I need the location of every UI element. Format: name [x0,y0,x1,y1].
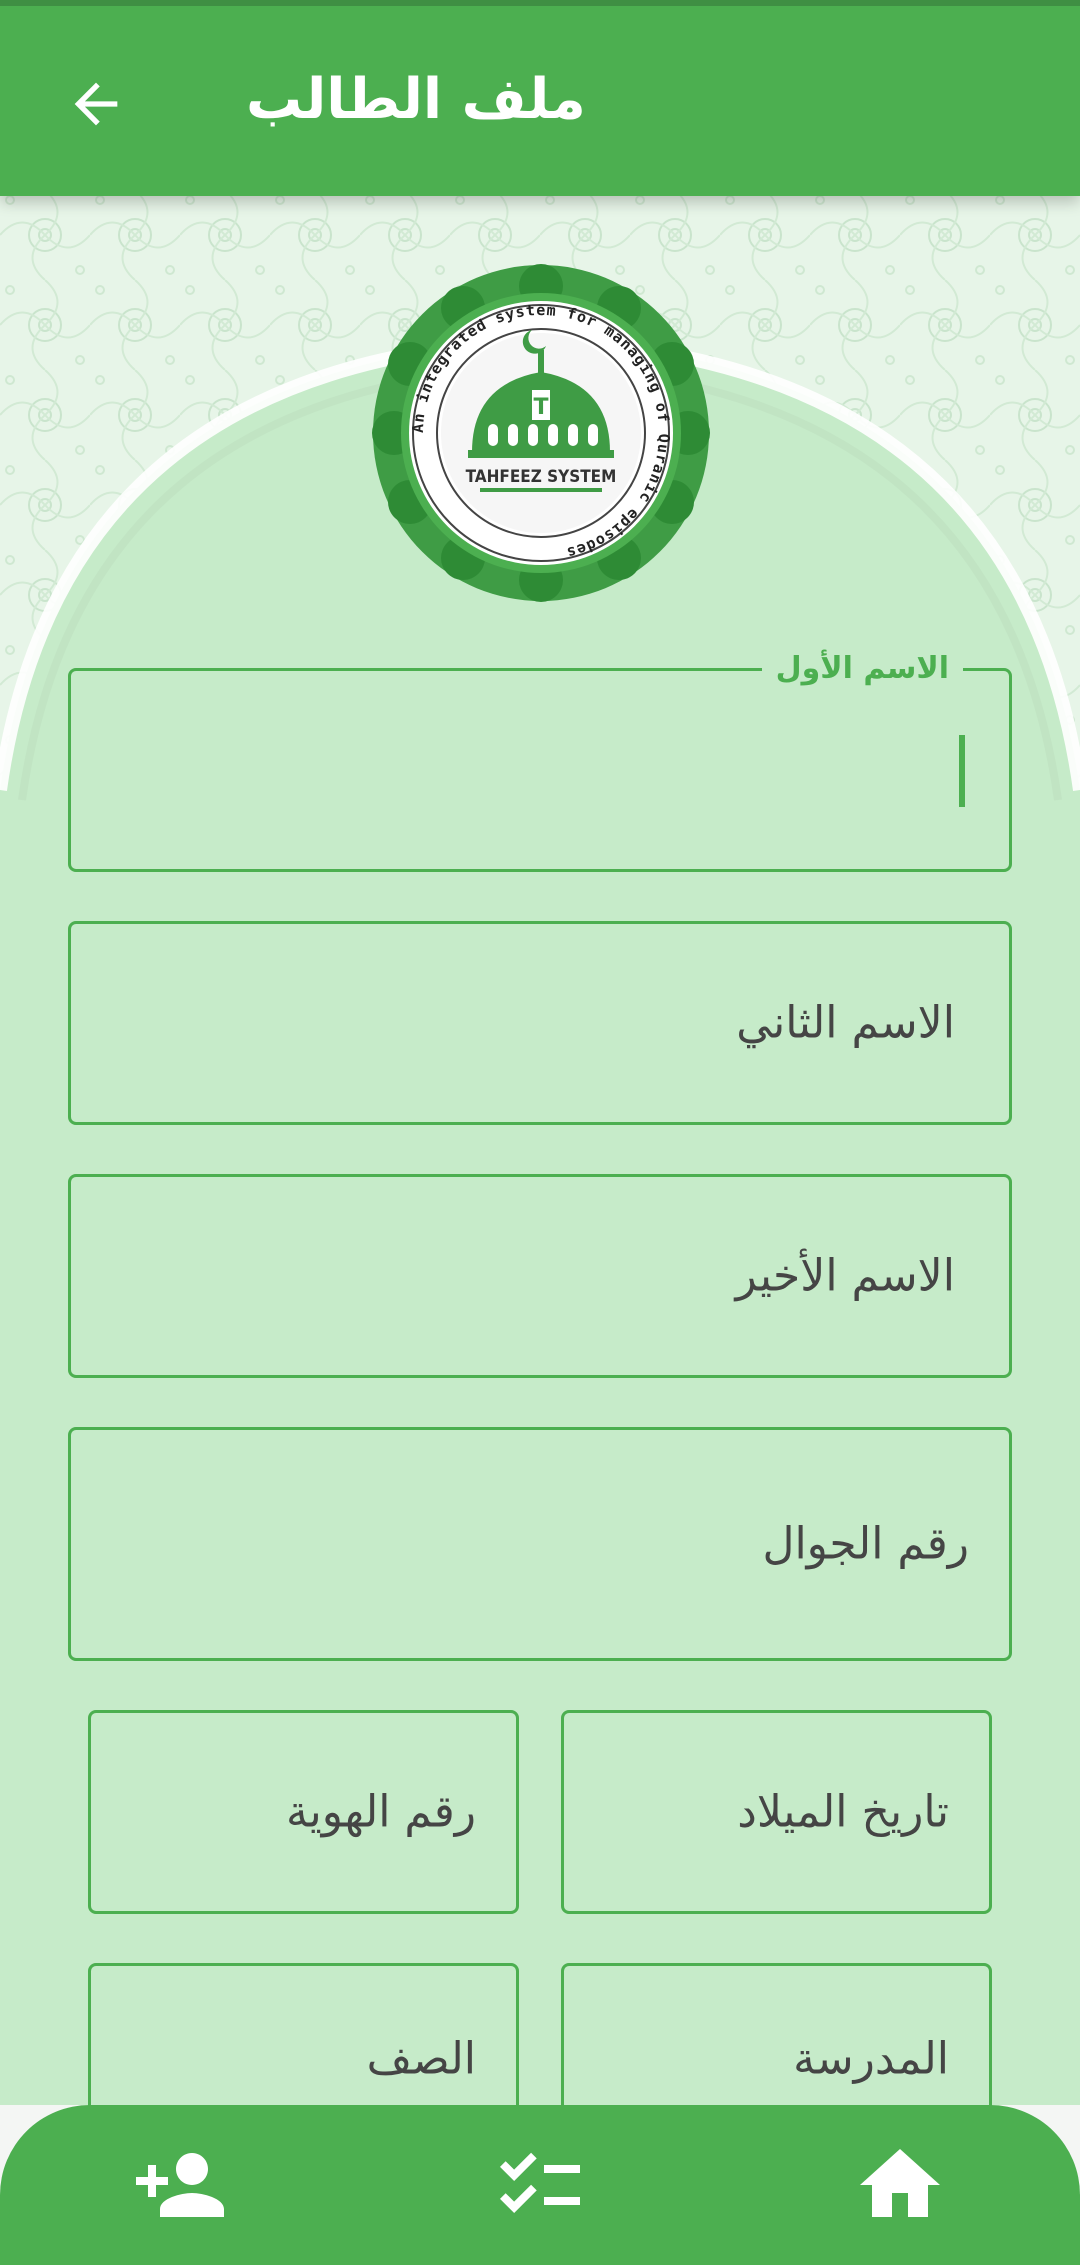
id-number-label: رقم الهوية [285,1786,476,1838]
add-person-icon [136,2153,224,2217]
student-profile-screen: ملف الطالب An integrated system for mana… [0,0,1080,2265]
second-name-label: الاسم الثاني [736,997,955,1049]
app-bar: ملف الطالب [0,0,1080,196]
home-icon [860,2149,940,2217]
mobile-label: رقم الجوال [762,1518,969,1570]
grade-label: الصف [366,2033,476,2085]
text-cursor [959,735,965,807]
first-name-field[interactable]: الاسم الأول [68,647,1012,872]
nav-home-button[interactable] [820,2105,980,2265]
nav-checklist-button[interactable] [460,2105,620,2265]
back-button[interactable] [48,56,144,152]
school-label: المدرسة [793,2033,949,2085]
bottom-navigation [0,2105,1080,2265]
checklist-icon [500,2152,580,2213]
last-name-label: الاسم الأخير [735,1250,955,1302]
birth-date-label: تاريخ الميلاد [737,1786,949,1838]
nav-add-student-button[interactable] [100,2105,260,2265]
svg-text:T: T [533,395,548,420]
tahfeez-logo: An integrated system for managing of Qur… [372,264,710,602]
id-number-field[interactable]: رقم الهوية [88,1710,519,1914]
page-title: ملف الطالب [246,67,586,132]
first-name-label: الاسم الأول [761,647,963,691]
mobile-field[interactable]: رقم الجوال [68,1427,1012,1661]
last-name-field[interactable]: الاسم الأخير [68,1174,1012,1378]
arrow-back-icon [74,82,118,126]
second-name-field[interactable]: الاسم الثاني [68,921,1012,1125]
logo-name: TAHFEEZ SYSTEM [466,467,617,487]
birth-date-field[interactable]: تاريخ الميلاد [561,1710,992,1914]
status-line [0,0,1080,6]
